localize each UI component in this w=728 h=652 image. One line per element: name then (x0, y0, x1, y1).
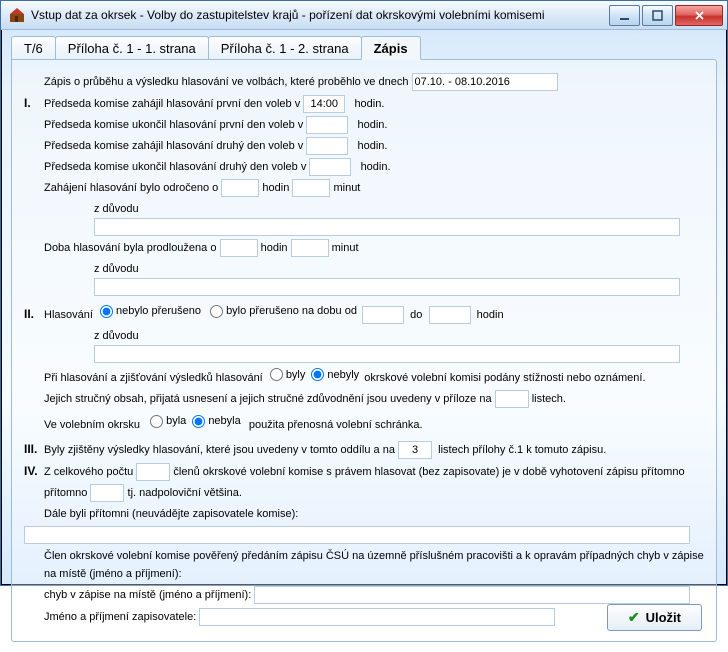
radio-ballot-was[interactable]: byla (150, 412, 186, 430)
s1-line1b: hodin. (354, 95, 384, 113)
titlebar: Vstup dat za okrsek - Volby do zastupite… (1, 1, 727, 30)
radio-interrupted[interactable]: bylo přerušeno na dobu od (210, 302, 357, 320)
start-day1-time[interactable] (303, 95, 345, 113)
s1-delay: Zahájení hlasování bylo odročeno o (44, 179, 218, 197)
delay-minutes[interactable] (292, 179, 330, 197)
s1-line4b: hodin. (361, 158, 391, 176)
delivery-person[interactable] (254, 586, 690, 604)
int-to[interactable] (429, 306, 471, 324)
window-buttons (609, 5, 723, 26)
s1-line3b: hodin. (358, 137, 388, 155)
s2-vote-label: Hlasování (44, 306, 93, 324)
extend-hours[interactable] (220, 239, 258, 257)
other-present[interactable] (24, 526, 690, 544)
check-icon: ✔ (628, 609, 640, 626)
radio-complaints-werenot[interactable]: nebyly (311, 366, 359, 384)
s1-extend: Doba hlasování byla prodloužena o (44, 239, 216, 257)
s2-reason: z důvodu (94, 327, 139, 345)
extend-reason[interactable] (94, 278, 680, 296)
end-day2-time[interactable] (309, 158, 351, 176)
s1-reason1: z důvodu (94, 200, 139, 218)
start-day2-time[interactable] (306, 137, 348, 155)
end-day1-time[interactable] (306, 116, 348, 134)
app-window: Vstup dat za okrsek - Volby do zastupite… (0, 0, 728, 586)
present-members[interactable] (90, 484, 124, 502)
result-pages[interactable] (398, 441, 432, 459)
close-button[interactable] (675, 5, 723, 26)
s1-line4a: Předseda komise ukončil hlasování druhý … (44, 158, 306, 176)
radio-not-interrupted[interactable]: nebylo přerušeno (100, 302, 201, 320)
dates-field[interactable] (412, 73, 558, 91)
section-2-num: II. (24, 305, 44, 323)
section-4-num: IV. (24, 462, 44, 480)
s1-line2a: Předseda komise ukončil hlasování první … (44, 116, 303, 134)
radio-ballot-wasnot[interactable]: nebyla (192, 412, 240, 430)
s1-reason2: z důvodu (94, 260, 139, 278)
save-button[interactable]: ✔ Uložit (607, 604, 702, 631)
s1-line2b: hodin. (358, 116, 388, 134)
extend-minutes[interactable] (291, 239, 329, 257)
section-3-num: III. (24, 440, 44, 458)
int-reason[interactable] (94, 345, 680, 363)
section-1-num: I. (24, 94, 44, 112)
tab-bar: T/6 Příloha č. 1 - 1. strana Příloha č. … (11, 36, 717, 59)
tab-priloha1-strana1[interactable]: Příloha č. 1 - 1. strana (55, 36, 209, 59)
tab-t6[interactable]: T/6 (11, 36, 56, 59)
delay-reason[interactable] (94, 218, 680, 236)
radio-complaints-were[interactable]: byly (270, 366, 306, 384)
int-from[interactable] (362, 306, 404, 324)
tab-zapis[interactable]: Zápis (361, 36, 421, 60)
minimize-button[interactable] (609, 5, 640, 26)
recorder-name[interactable] (199, 608, 555, 626)
complaints-pages[interactable] (495, 390, 529, 408)
s1-line1a: Předseda komise zahájil hlasování první … (44, 95, 300, 113)
tab-priloha1-strana2[interactable]: Příloha č. 1 - 2. strana (208, 36, 362, 59)
maximize-button[interactable] (642, 5, 673, 26)
intro-text: Zápis o průběhu a výsledku hlasování ve … (44, 73, 408, 91)
form-panel: Zápis o průběhu a výsledku hlasování ve … (11, 59, 717, 642)
total-members[interactable] (136, 463, 170, 481)
s1-line3a: Předseda komise zahájil hlasování druhý … (44, 137, 303, 155)
window-title: Vstup dat za okrsek - Volby do zastupite… (31, 8, 603, 22)
delay-hours[interactable] (221, 179, 259, 197)
app-icon (9, 7, 25, 23)
